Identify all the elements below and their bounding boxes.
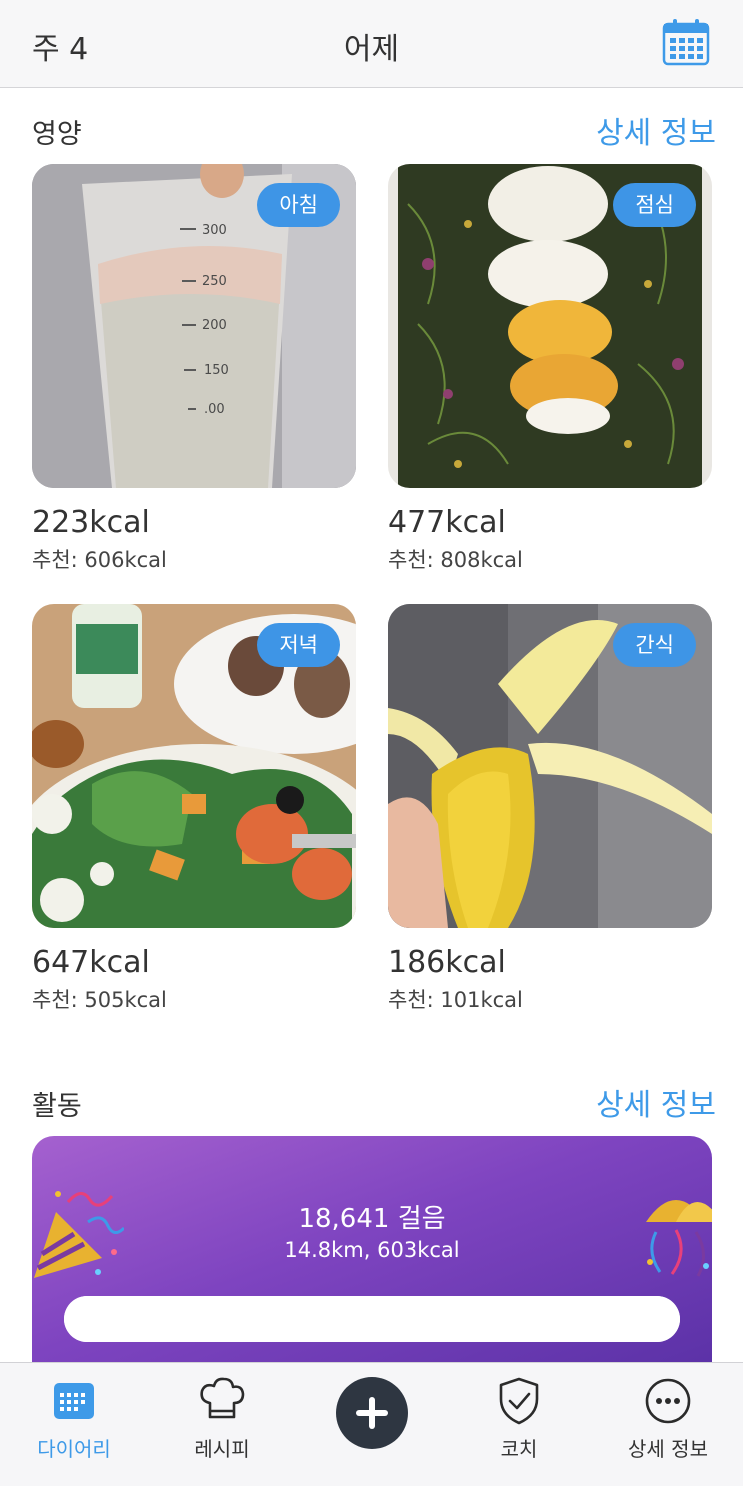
meal-kcal: 223kcal xyxy=(32,505,150,540)
dinner-photo[interactable]: 저녁 xyxy=(32,604,356,928)
nutrition-header: 영양 상세 정보 xyxy=(32,108,716,151)
svg-text:.00: .00 xyxy=(204,402,225,417)
meal-card-snack[interactable]: 간식 186kcal 추천: 101kcal xyxy=(388,604,712,1014)
meal-tag-snack: 간식 xyxy=(613,623,696,667)
tab-coach[interactable]: 코치 xyxy=(445,1363,593,1486)
activity-card[interactable]: 18,641 걸음 14.8km, 603kcal xyxy=(32,1136,712,1376)
meal-kcal: 186kcal xyxy=(388,945,506,980)
tab-label: 상세 정보 xyxy=(628,1437,708,1461)
meal-card-dinner[interactable]: 저녁 647kcal 추천: 505kcal xyxy=(32,604,356,1014)
nutrition-label: 영양 xyxy=(32,119,82,150)
diary-calendar-icon xyxy=(54,1383,94,1419)
add-button[interactable] xyxy=(336,1377,408,1449)
more-dots-icon xyxy=(645,1378,691,1424)
tab-more[interactable]: 상세 정보 xyxy=(594,1363,742,1486)
snack-photo[interactable]: 간식 xyxy=(388,604,712,928)
meal-card-breakfast[interactable]: 300 250 200 150 .00 아침 223kcal 추천: 606kcal xyxy=(32,164,356,574)
tab-label: 코치 xyxy=(500,1437,538,1461)
meal-recommended: 추천: 606kcal xyxy=(32,548,167,572)
meal-tag-dinner: 저녁 xyxy=(257,623,340,667)
meal-tag-breakfast: 아침 xyxy=(257,183,340,227)
activity-header: 활동 상세 정보 xyxy=(32,1080,716,1123)
meal-kcal: 477kcal xyxy=(388,505,506,540)
meal-kcal: 647kcal xyxy=(32,945,150,980)
tab-diary[interactable]: 다이어리 xyxy=(0,1363,148,1486)
bottom-tab-bar: 다이어리 레시피 코치 상세 정보 xyxy=(0,1362,743,1486)
activity-details-link[interactable]: 상세 정보 xyxy=(596,1080,716,1124)
steps-count: 18,641 걸음 xyxy=(298,1204,446,1234)
svg-text:200: 200 xyxy=(202,318,227,333)
svg-text:250: 250 xyxy=(202,274,227,289)
chef-hat-icon xyxy=(200,1377,245,1419)
meal-card-lunch[interactable]: 점심 477kcal 추천: 808kcal xyxy=(388,164,712,574)
page-title: 어제 xyxy=(343,32,400,67)
top-bar: 주 4 어제 xyxy=(0,0,743,88)
activity-label: 활동 xyxy=(32,1091,82,1122)
plus-icon xyxy=(356,1397,388,1429)
tab-recipes[interactable]: 레시피 xyxy=(148,1363,296,1486)
lunch-photo[interactable]: 점심 xyxy=(388,164,712,488)
meal-tag-lunch: 점심 xyxy=(613,183,696,227)
shield-check-icon xyxy=(499,1377,539,1425)
meal-recommended: 추천: 808kcal xyxy=(388,548,523,572)
breakfast-photo[interactable]: 300 250 200 150 .00 아침 xyxy=(32,164,356,488)
steps-progress-fill xyxy=(64,1296,680,1342)
week-label: 주 4 xyxy=(32,32,89,67)
meal-recommended: 추천: 505kcal xyxy=(32,988,167,1012)
svg-text:150: 150 xyxy=(204,363,229,378)
calendar-icon[interactable] xyxy=(660,16,712,68)
steps-progress-bar xyxy=(64,1296,680,1342)
tab-label: 레시피 xyxy=(194,1437,250,1461)
tab-label: 다이어리 xyxy=(37,1437,111,1461)
meal-recommended: 추천: 101kcal xyxy=(388,988,523,1012)
nutrition-details-link[interactable]: 상세 정보 xyxy=(596,108,716,152)
svg-text:300: 300 xyxy=(202,223,227,238)
activity-summary: 14.8km, 603kcal xyxy=(284,1238,460,1262)
